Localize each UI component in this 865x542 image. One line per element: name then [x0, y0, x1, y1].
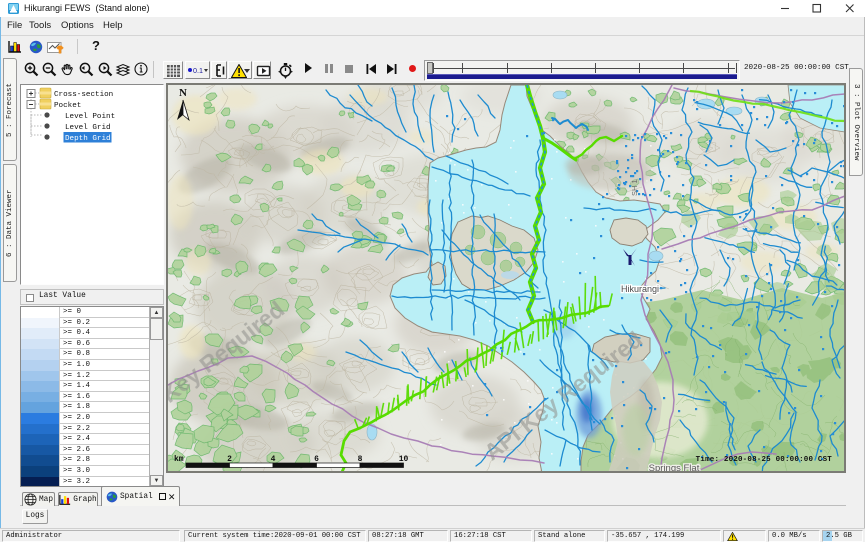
svg-text:Level Point: Level Point — [65, 113, 115, 121]
svg-text:8: 8 — [358, 455, 363, 464]
svg-text:km: km — [174, 455, 184, 464]
svg-text:Time: 2020-08-25 00:00:00 CST: Time: 2020-08-25 00:00:00 CST — [696, 456, 833, 464]
svg-text:2: 2 — [227, 455, 232, 464]
svg-text:Springs Flat: Springs Flat — [649, 463, 700, 471]
svg-text:Pocket: Pocket — [54, 102, 81, 110]
svg-text:Hikurangi: Hikurangi — [621, 284, 659, 294]
svg-text:4: 4 — [271, 455, 276, 464]
svg-text:10: 10 — [399, 455, 409, 464]
svg-text:Depth Grid: Depth Grid — [65, 135, 111, 143]
svg-text:N: N — [179, 87, 187, 99]
svg-text:SH 1: SH 1 — [630, 179, 639, 196]
svg-text:Level Grid: Level Grid — [65, 124, 111, 132]
svg-text:Cross-section: Cross-section — [54, 91, 113, 99]
svg-text:6: 6 — [314, 455, 319, 464]
